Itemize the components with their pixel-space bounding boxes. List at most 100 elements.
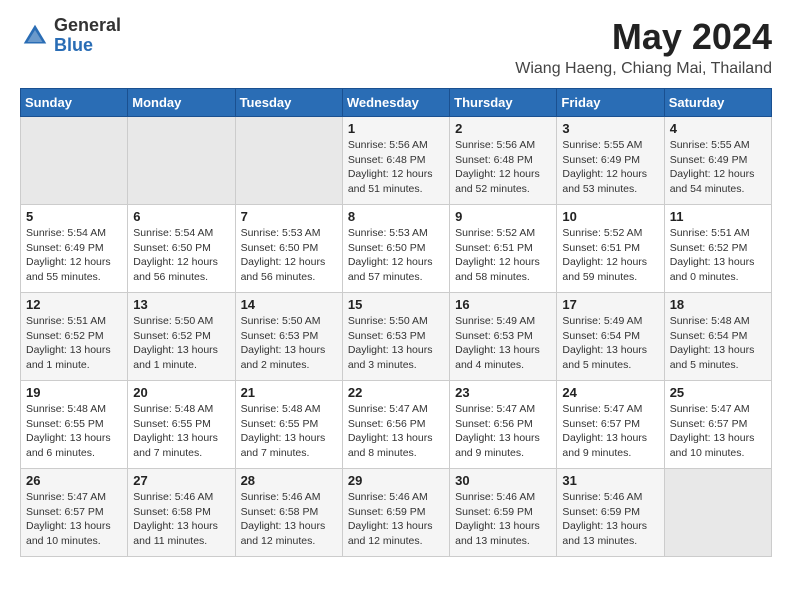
day-number: 8 bbox=[348, 209, 444, 224]
calendar-cell: 29 Sunrise: 5:46 AM Sunset: 6:59 PM Dayli… bbox=[342, 469, 449, 557]
day-header-monday: Monday bbox=[128, 89, 235, 117]
calendar-week-5: 26 Sunrise: 5:47 AM Sunset: 6:57 PM Dayli… bbox=[21, 469, 772, 557]
day-info: Sunrise: 5:46 AM Sunset: 6:59 PM Dayligh… bbox=[455, 490, 551, 549]
day-number: 27 bbox=[133, 473, 229, 488]
day-number: 31 bbox=[562, 473, 658, 488]
calendar-cell: 24Sunrise: 5:47 AM Sunset: 6:57 PM Dayli… bbox=[557, 381, 664, 469]
calendar-cell: 9 Sunrise: 5:52 AM Sunset: 6:51 PM Daylig… bbox=[450, 205, 557, 293]
day-info: Sunrise: 5:52 AM Sunset: 6:51 PM Dayligh… bbox=[562, 226, 658, 285]
calendar-cell: 6 Sunrise: 5:54 AM Sunset: 6:50 PM Daylig… bbox=[128, 205, 235, 293]
day-info: Sunrise: 5:46 AM Sunset: 6:59 PM Dayligh… bbox=[348, 490, 444, 549]
calendar-cell: 21 Sunrise: 5:48 AM Sunset: 6:55 PM Dayli… bbox=[235, 381, 342, 469]
calendar-cell: 1 Sunrise: 5:56 AM Sunset: 6:48 PM Daylig… bbox=[342, 117, 449, 205]
title-block: May 2024 Wiang Haeng, Chiang Mai, Thaila… bbox=[515, 16, 772, 78]
day-info: Sunrise: 5:54 AM Sunset: 6:49 PM Dayligh… bbox=[26, 226, 122, 285]
day-number: 20 bbox=[133, 385, 229, 400]
day-info: Sunrise: 5:53 AM Sunset: 6:50 PM Dayligh… bbox=[348, 226, 444, 285]
calendar-table: SundayMondayTuesdayWednesdayThursdayFrid… bbox=[20, 88, 772, 557]
page-header: General Blue May 2024 Wiang Haeng, Chian… bbox=[20, 16, 772, 78]
logo-icon bbox=[20, 21, 50, 51]
day-info: Sunrise: 5:46 AM Sunset: 6:58 PM Dayligh… bbox=[241, 490, 337, 549]
day-info: Sunrise: 5:55 AM Sunset: 6:49 PM Dayligh… bbox=[670, 138, 766, 197]
day-info: Sunrise: 5:56 AM Sunset: 6:48 PM Dayligh… bbox=[348, 138, 444, 197]
day-info: Sunrise: 5:52 AM Sunset: 6:51 PM Dayligh… bbox=[455, 226, 551, 285]
calendar-cell: 23 Sunrise: 5:47 AM Sunset: 6:56 PM Dayli… bbox=[450, 381, 557, 469]
day-number: 2 bbox=[455, 121, 551, 136]
logo-blue: Blue bbox=[54, 36, 121, 56]
day-info: Sunrise: 5:48 AM Sunset: 6:54 PM Dayligh… bbox=[670, 314, 766, 373]
day-number: 13 bbox=[133, 297, 229, 312]
calendar-cell: 26 Sunrise: 5:47 AM Sunset: 6:57 PM Dayli… bbox=[21, 469, 128, 557]
days-of-week-row: SundayMondayTuesdayWednesdayThursdayFrid… bbox=[21, 89, 772, 117]
day-header-wednesday: Wednesday bbox=[342, 89, 449, 117]
calendar-cell: 19 Sunrise: 5:48 AM Sunset: 6:55 PM Dayli… bbox=[21, 381, 128, 469]
day-number: 10 bbox=[562, 209, 658, 224]
day-number: 6 bbox=[133, 209, 229, 224]
calendar-cell: 27Sunrise: 5:46 AM Sunset: 6:58 PM Dayli… bbox=[128, 469, 235, 557]
calendar-week-3: 12Sunrise: 5:51 AM Sunset: 6:52 PM Dayli… bbox=[21, 293, 772, 381]
day-info: Sunrise: 5:47 AM Sunset: 6:56 PM Dayligh… bbox=[348, 402, 444, 461]
day-number: 26 bbox=[26, 473, 122, 488]
calendar-cell: 13 Sunrise: 5:50 AM Sunset: 6:52 PM Dayli… bbox=[128, 293, 235, 381]
day-number: 4 bbox=[670, 121, 766, 136]
calendar-cell bbox=[21, 117, 128, 205]
logo-text: General Blue bbox=[54, 16, 121, 56]
calendar-week-2: 5 Sunrise: 5:54 AM Sunset: 6:49 PM Daylig… bbox=[21, 205, 772, 293]
calendar-cell: 30 Sunrise: 5:46 AM Sunset: 6:59 PM Dayli… bbox=[450, 469, 557, 557]
day-info: Sunrise: 5:51 AM Sunset: 6:52 PM Dayligh… bbox=[670, 226, 766, 285]
calendar-cell: 2Sunrise: 5:56 AM Sunset: 6:48 PM Daylig… bbox=[450, 117, 557, 205]
day-info: Sunrise: 5:48 AM Sunset: 6:55 PM Dayligh… bbox=[26, 402, 122, 461]
day-info: Sunrise: 5:49 AM Sunset: 6:54 PM Dayligh… bbox=[562, 314, 658, 373]
day-info: Sunrise: 5:54 AM Sunset: 6:50 PM Dayligh… bbox=[133, 226, 229, 285]
day-header-tuesday: Tuesday bbox=[235, 89, 342, 117]
calendar-cell: 28 Sunrise: 5:46 AM Sunset: 6:58 PM Dayli… bbox=[235, 469, 342, 557]
day-info: Sunrise: 5:48 AM Sunset: 6:55 PM Dayligh… bbox=[133, 402, 229, 461]
calendar-title: May 2024 bbox=[515, 16, 772, 58]
calendar-week-1: 1 Sunrise: 5:56 AM Sunset: 6:48 PM Daylig… bbox=[21, 117, 772, 205]
day-number: 17 bbox=[562, 297, 658, 312]
day-number: 29 bbox=[348, 473, 444, 488]
day-number: 16 bbox=[455, 297, 551, 312]
day-number: 19 bbox=[26, 385, 122, 400]
calendar-cell: 17 Sunrise: 5:49 AM Sunset: 6:54 PM Dayli… bbox=[557, 293, 664, 381]
day-number: 11 bbox=[670, 209, 766, 224]
day-number: 23 bbox=[455, 385, 551, 400]
day-info: Sunrise: 5:55 AM Sunset: 6:49 PM Dayligh… bbox=[562, 138, 658, 197]
calendar-subtitle: Wiang Haeng, Chiang Mai, Thailand bbox=[515, 60, 772, 78]
day-number: 30 bbox=[455, 473, 551, 488]
day-info: Sunrise: 5:47 AM Sunset: 6:56 PM Dayligh… bbox=[455, 402, 551, 461]
day-number: 15 bbox=[348, 297, 444, 312]
calendar-cell: 3 Sunrise: 5:55 AM Sunset: 6:49 PM Daylig… bbox=[557, 117, 664, 205]
day-info: Sunrise: 5:51 AM Sunset: 6:52 PM Dayligh… bbox=[26, 314, 122, 373]
day-info: Sunrise: 5:50 AM Sunset: 6:53 PM Dayligh… bbox=[348, 314, 444, 373]
day-number: 28 bbox=[241, 473, 337, 488]
day-number: 18 bbox=[670, 297, 766, 312]
calendar-cell: 11 Sunrise: 5:51 AM Sunset: 6:52 PM Dayli… bbox=[664, 205, 771, 293]
calendar-cell bbox=[664, 469, 771, 557]
day-number: 7 bbox=[241, 209, 337, 224]
day-info: Sunrise: 5:49 AM Sunset: 6:53 PM Dayligh… bbox=[455, 314, 551, 373]
day-number: 3 bbox=[562, 121, 658, 136]
calendar-cell: 10 Sunrise: 5:52 AM Sunset: 6:51 PM Dayli… bbox=[557, 205, 664, 293]
day-number: 25 bbox=[670, 385, 766, 400]
day-info: Sunrise: 5:53 AM Sunset: 6:50 PM Dayligh… bbox=[241, 226, 337, 285]
calendar-cell: 15 Sunrise: 5:50 AM Sunset: 6:53 PM Dayli… bbox=[342, 293, 449, 381]
calendar-cell: 16 Sunrise: 5:49 AM Sunset: 6:53 PM Dayli… bbox=[450, 293, 557, 381]
day-header-saturday: Saturday bbox=[664, 89, 771, 117]
calendar-cell: 31Sunrise: 5:46 AM Sunset: 6:59 PM Dayli… bbox=[557, 469, 664, 557]
day-info: Sunrise: 5:48 AM Sunset: 6:55 PM Dayligh… bbox=[241, 402, 337, 461]
day-number: 5 bbox=[26, 209, 122, 224]
calendar-cell: 18 Sunrise: 5:48 AM Sunset: 6:54 PM Dayli… bbox=[664, 293, 771, 381]
day-info: Sunrise: 5:47 AM Sunset: 6:57 PM Dayligh… bbox=[26, 490, 122, 549]
logo-general: General bbox=[54, 16, 121, 36]
calendar-body: 1 Sunrise: 5:56 AM Sunset: 6:48 PM Daylig… bbox=[21, 117, 772, 557]
calendar-cell: 5 Sunrise: 5:54 AM Sunset: 6:49 PM Daylig… bbox=[21, 205, 128, 293]
calendar-week-4: 19 Sunrise: 5:48 AM Sunset: 6:55 PM Dayli… bbox=[21, 381, 772, 469]
day-number: 9 bbox=[455, 209, 551, 224]
calendar-cell: 4 Sunrise: 5:55 AM Sunset: 6:49 PM Daylig… bbox=[664, 117, 771, 205]
day-number: 21 bbox=[241, 385, 337, 400]
day-info: Sunrise: 5:50 AM Sunset: 6:52 PM Dayligh… bbox=[133, 314, 229, 373]
calendar-cell: 12Sunrise: 5:51 AM Sunset: 6:52 PM Dayli… bbox=[21, 293, 128, 381]
day-number: 22 bbox=[348, 385, 444, 400]
day-number: 1 bbox=[348, 121, 444, 136]
